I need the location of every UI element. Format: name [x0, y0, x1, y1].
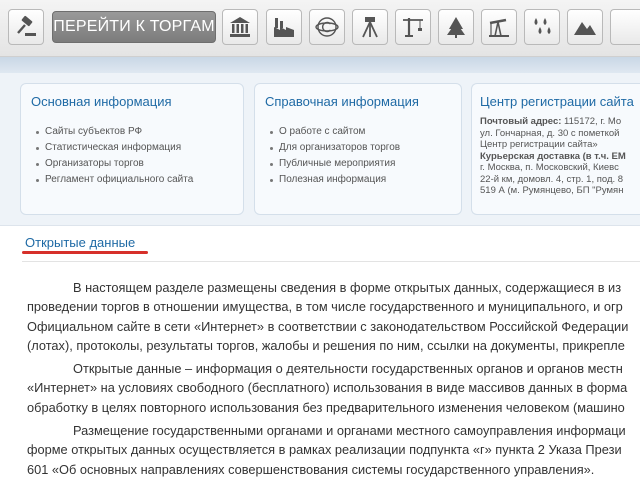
reference-info-link[interactable]: Публичные мероприятия	[265, 156, 400, 172]
basic-info-link[interactable]: Сайты субъектов РФ	[31, 124, 193, 140]
reference-info-list: О работе с сайтом Для организаторов торг…	[265, 124, 400, 188]
crane-icon	[403, 18, 423, 37]
reference-info-title: Справочная информация	[265, 94, 419, 109]
paragraph-line: (лотах), протоколы, результаты торгов, ж…	[27, 337, 625, 353]
surveying-tripod-button[interactable]	[352, 9, 388, 45]
bank-building-button[interactable]	[222, 9, 258, 45]
oil-pump-button[interactable]	[481, 9, 517, 45]
registration-address: Почтовый адрес: 115172, г. Мо ул. Гончар…	[480, 116, 626, 197]
factory-icon	[274, 18, 294, 37]
active-tab-indicator	[22, 251, 148, 254]
reference-info-link[interactable]: О работе с сайтом	[265, 124, 400, 140]
copyright-button[interactable]	[309, 9, 345, 45]
basic-info-link[interactable]: Регламент официального сайта	[31, 172, 193, 188]
forest-icon	[447, 17, 465, 38]
basic-info-link[interactable]: Статистическая информация	[31, 140, 193, 156]
rain-icon	[534, 18, 551, 34]
header-divider-band	[0, 57, 640, 73]
registration-center-card: Центр регистрации сайта Почтовый адрес: …	[471, 83, 640, 215]
postal-address-line: Центр регистрации сайта»	[480, 139, 598, 150]
mountains-icon	[574, 22, 596, 35]
mountains-button[interactable]	[567, 9, 603, 45]
courier-address-line: 519 А (м. Румянцево, БП "Румян	[480, 185, 624, 196]
paragraph-line: 601 «Об основных направлениях совершенст…	[27, 461, 595, 477]
paragraph-line: В настоящем разделе размещены сведения в…	[73, 280, 622, 295]
go-to-auctions-button[interactable]: ПЕРЕЙТИ К ТОРГАМ	[52, 11, 216, 43]
basic-info-link[interactable]: Организаторы торгов	[31, 156, 193, 172]
tab-open-data[interactable]: Открытые данные	[25, 235, 135, 250]
basic-info-title: Основная информация	[31, 94, 172, 109]
paragraph-line: «Интернет» на условиях свободного (беспл…	[27, 380, 628, 396]
paragraph: В настоящем разделе размещены сведения в…	[27, 278, 628, 355]
oil-pump-icon	[489, 18, 509, 37]
postal-address-line: ул. Гончарная, д. 30 с пометкой	[480, 127, 620, 139]
content-divider	[22, 261, 640, 262]
basic-info-list: Сайты субъектов РФ Статистическая информ…	[31, 124, 193, 188]
reference-info-link[interactable]: Для организаторов торгов	[265, 140, 400, 156]
gavel-icon	[17, 15, 36, 36]
courier-address-line: г. Москва, п. Московский, Киевс	[480, 162, 619, 173]
bank-building-icon	[230, 17, 250, 37]
courier-address-line: 22-й км, домовл. 4, стр. 1, под. 8	[480, 173, 624, 185]
forest-button[interactable]	[438, 9, 474, 45]
paragraph-line: обработку в целях повторного использован…	[27, 399, 625, 415]
paragraph-line: проведении торгов в отношении имущества,…	[27, 299, 623, 315]
main-content: Открытые данные В настоящем разделе разм…	[0, 226, 640, 480]
factory-button[interactable]	[266, 9, 302, 45]
courier-delivery-label: Курьерская доставка (в т.ч. EM	[480, 150, 626, 162]
crane-button[interactable]	[395, 9, 431, 45]
paragraph-line: Размещение государственными органами и о…	[73, 423, 626, 438]
category-toolbar: ПЕРЕЙТИ К ТОРГАМ	[0, 0, 640, 57]
paragraph-line: форме открытых данных осуществляется в р…	[27, 442, 622, 458]
postal-address-line: 115172, г. Мо	[561, 116, 622, 127]
paragraph-line: Открытые данные – информация о деятельно…	[73, 361, 623, 376]
registration-center-title: Центр регистрации сайта	[480, 94, 634, 109]
copyright-icon	[315, 17, 339, 37]
rain-button[interactable]	[524, 9, 560, 45]
more-categories-button[interactable]	[610, 9, 640, 45]
gavel-button[interactable]	[8, 9, 44, 45]
surveying-tripod-icon	[362, 17, 378, 38]
postal-address-label: Почтовый адрес:	[480, 116, 562, 127]
paragraph-line: Официальном сайте в сети «Интернет» в со…	[27, 318, 629, 334]
info-panel: Основная информация Сайты субъектов РФ С…	[0, 73, 640, 226]
reference-info-link[interactable]: Полезная информация	[265, 172, 400, 188]
reference-info-card: Справочная информация О работе с сайтом …	[254, 83, 462, 215]
basic-info-card: Основная информация Сайты субъектов РФ С…	[20, 83, 244, 215]
paragraph: Открытые данные – информация о деятельно…	[27, 359, 627, 417]
paragraph: Размещение государственными органами и о…	[27, 421, 626, 479]
